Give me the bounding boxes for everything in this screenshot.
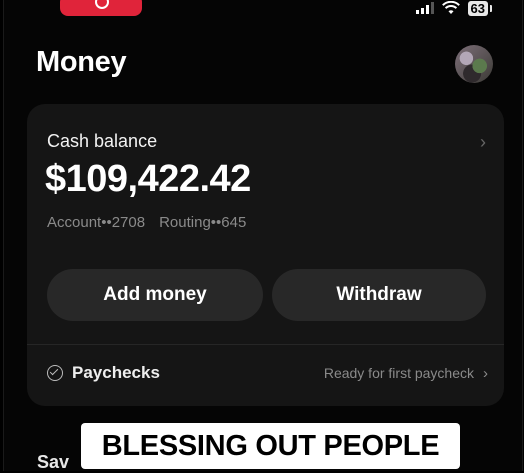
signal-icon [415, 2, 434, 14]
video-caption: BLESSING OUT PEOPLE [81, 423, 460, 469]
paychecks-status: Ready for first paycheck [323, 365, 474, 381]
check-circle-icon [47, 365, 63, 381]
paychecks-label: Paychecks [72, 363, 160, 382]
routing-number: Routing••645 [159, 214, 247, 231]
chevron-right-icon[interactable]: › [480, 132, 486, 153]
add-money-button[interactable]: Add money [47, 269, 263, 321]
wifi-icon [441, 1, 460, 14]
divider [27, 344, 504, 345]
balance-amount: $109,422.42 [45, 158, 251, 200]
savings-section-label[interactable]: Sav [37, 452, 69, 471]
record-icon [95, 0, 109, 9]
cash-balance-label: Cash balance [47, 131, 158, 151]
withdraw-button[interactable]: Withdraw [272, 269, 486, 321]
battery-icon: 63 [467, 0, 493, 16]
avatar[interactable] [455, 45, 493, 83]
status-bar: 63 [415, 0, 493, 16]
chevron-right-icon: › [483, 364, 488, 382]
cash-balance-card[interactable]: Cash balance › $109,422.42 Account••2708… [27, 104, 504, 406]
screen-record-indicator[interactable] [60, 0, 142, 16]
phone-screen: 63 Money Cash balance › $109,422.42 Acco… [3, 0, 523, 471]
account-number: Account••2708 [47, 214, 146, 231]
page-title: Money [36, 46, 127, 78]
paychecks-row[interactable]: Paychecks Ready for first paycheck › [47, 356, 488, 390]
account-details: Account••2708 Routing••645 [47, 214, 246, 231]
battery-level: 63 [470, 0, 485, 16]
